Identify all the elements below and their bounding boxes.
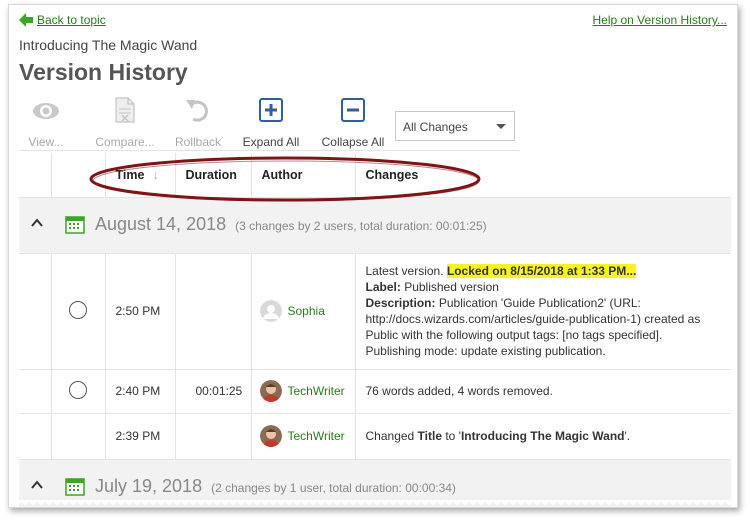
version-select-radio[interactable] bbox=[69, 380, 87, 399]
row-time: 2:40 PM bbox=[105, 369, 176, 414]
avatar-photo-icon bbox=[259, 425, 282, 447]
collapse-all-button[interactable]: Collapse All bbox=[321, 95, 385, 149]
locked-status-link[interactable]: Locked on 8/15/2018 at 1:33 PM... bbox=[446, 264, 637, 278]
author-name: TechWriter bbox=[287, 384, 345, 398]
row-time: 2:50 PM bbox=[105, 253, 176, 370]
chevron-up-icon[interactable] bbox=[31, 479, 43, 490]
back-arrow-icon bbox=[19, 13, 33, 27]
topic-name: Introducing The Magic Wand bbox=[19, 37, 198, 53]
top-navigation: Back to topic Help on Version History... bbox=[19, 13, 727, 31]
back-to-topic-label: Back to topic bbox=[37, 13, 106, 27]
view-button[interactable]: View... bbox=[25, 95, 67, 149]
back-to-topic-link[interactable]: Back to topic bbox=[19, 13, 106, 27]
avatar-photo-icon bbox=[259, 380, 282, 402]
page-title: Version History bbox=[19, 59, 188, 85]
version-history-window: Back to topic Help on Version History...… bbox=[8, 4, 738, 508]
compare-document-icon bbox=[115, 97, 135, 123]
changes-filter-value: All Changes bbox=[403, 120, 468, 134]
expand-column-header bbox=[19, 153, 52, 198]
author-column-header[interactable]: Author bbox=[251, 153, 356, 198]
group-date: July 19, 2018 (2 changes by 1 user, tota… bbox=[95, 475, 456, 496]
table-row[interactable]: 2:39 PM TechWriter Changed Title to 'Int… bbox=[19, 413, 731, 460]
compare-button[interactable]: Compare... bbox=[93, 95, 157, 149]
expand-all-button[interactable]: Expand All bbox=[241, 95, 301, 149]
eye-icon bbox=[33, 103, 59, 119]
rollback-label: Rollback bbox=[174, 135, 222, 149]
changes-column-header[interactable]: Changes bbox=[355, 153, 731, 198]
table-header-row: Time ↓ Duration Author Changes bbox=[19, 153, 731, 198]
minus-square-icon bbox=[341, 98, 365, 122]
time-column-header[interactable]: Time ↓ bbox=[105, 153, 176, 198]
row-time: 2:39 PM bbox=[105, 413, 176, 460]
author-link[interactable]: Sophia bbox=[259, 300, 355, 322]
table-row[interactable]: 2:50 PM Sophia Latest version. Locked on… bbox=[19, 253, 731, 370]
row-duration: 00:01:25 bbox=[175, 369, 252, 414]
select-column-header bbox=[51, 153, 106, 198]
version-select-radio[interactable] bbox=[69, 300, 87, 319]
plus-square-icon bbox=[259, 98, 283, 122]
calendar-icon bbox=[65, 215, 85, 234]
rollback-button[interactable]: Rollback bbox=[173, 95, 223, 149]
help-version-history-link[interactable]: Help on Version History... bbox=[592, 13, 727, 27]
group-summary: (3 changes by 2 users, total duration: 0… bbox=[235, 218, 487, 233]
author-link[interactable]: TechWriter bbox=[259, 380, 355, 402]
row-duration bbox=[175, 253, 252, 370]
torn-edge bbox=[9, 500, 737, 507]
rollback-arrow-icon bbox=[186, 100, 208, 122]
row-changes: Changed Title to 'Introducing The Magic … bbox=[355, 413, 731, 460]
version-label: Published version bbox=[404, 280, 499, 294]
author-name: TechWriter bbox=[287, 429, 345, 443]
expand-all-label: Expand All bbox=[242, 135, 300, 149]
calendar-icon bbox=[65, 477, 85, 496]
compare-label: Compare... bbox=[95, 135, 155, 149]
view-label: View... bbox=[28, 135, 64, 149]
changes-filter-select[interactable]: All Changes bbox=[395, 111, 515, 141]
date-group-row[interactable]: August 14, 2018 (3 changes by 2 users, t… bbox=[19, 197, 731, 254]
collapse-all-label: Collapse All bbox=[321, 135, 385, 149]
sort-down-icon: ↓ bbox=[152, 167, 159, 182]
author-name: Sophia bbox=[287, 304, 325, 318]
chevron-up-icon[interactable] bbox=[31, 217, 43, 228]
row-duration bbox=[175, 413, 252, 460]
author-link[interactable]: TechWriter bbox=[259, 425, 355, 447]
table-row[interactable]: 2:40 PM 00:01:25 TechWriter 76 words add… bbox=[19, 369, 731, 414]
duration-column-header[interactable]: Duration bbox=[175, 153, 252, 198]
row-changes: 76 words added, 4 words removed. bbox=[355, 369, 731, 414]
toolbar: View... Compare... Rollback Expand All C… bbox=[19, 95, 519, 151]
version-history-table: Time ↓ Duration Author Changes August 14… bbox=[19, 153, 731, 507]
group-summary: (2 changes by 1 user, total duration: 00… bbox=[211, 480, 456, 495]
avatar-placeholder-icon bbox=[259, 300, 282, 322]
group-date: August 14, 2018 (3 changes by 2 users, t… bbox=[95, 213, 487, 234]
chevron-down-icon bbox=[496, 124, 506, 129]
row-changes: Latest version. Locked on 8/15/2018 at 1… bbox=[355, 253, 731, 370]
